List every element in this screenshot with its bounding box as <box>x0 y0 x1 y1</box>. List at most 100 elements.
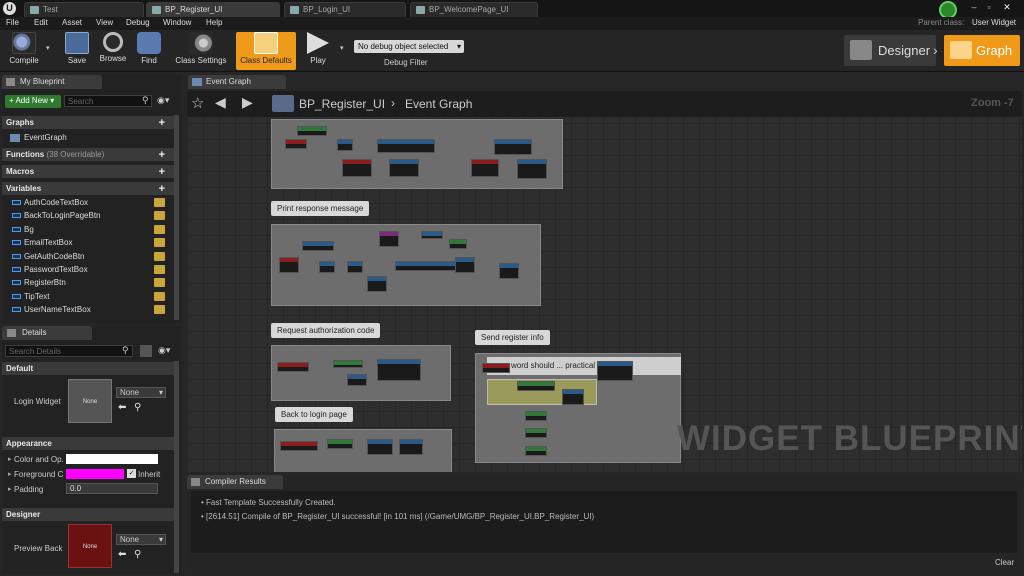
variable-item[interactable]: Bg <box>2 223 179 236</box>
variable-item[interactable]: AuthCodeTextBox <box>2 196 179 209</box>
minimize-button[interactable]: – <box>968 2 980 12</box>
browse-button[interactable]: Browse <box>96 32 130 70</box>
maximize-button[interactable]: ▫ <box>983 2 995 12</box>
breadcrumb-graph[interactable]: Event Graph <box>405 97 472 111</box>
graph-node[interactable] <box>285 139 307 149</box>
graph-node[interactable] <box>367 276 387 292</box>
preview-background-thumbnail[interactable]: None <box>68 524 112 568</box>
graph-node[interactable] <box>333 360 363 368</box>
graph-node[interactable] <box>562 389 584 405</box>
add-macro-plus-icon[interactable]: + <box>159 166 165 178</box>
graph-node[interactable] <box>279 257 299 273</box>
compile-button[interactable]: Compile <box>4 32 44 70</box>
menu-debug[interactable]: Debug <box>126 18 150 27</box>
section-functions[interactable]: Functions (38 Overridable) + <box>2 147 179 161</box>
use-selected-arrow-icon[interactable]: ⬅ <box>118 549 126 560</box>
comment-label[interactable]: Back to login page <box>275 407 353 422</box>
graph-node[interactable] <box>302 241 334 251</box>
compile-options-chevron-icon[interactable]: ▾ <box>46 44 50 52</box>
graph-node[interactable] <box>525 428 547 438</box>
graph-node[interactable] <box>471 159 499 177</box>
graph-node[interactable] <box>280 441 318 451</box>
variable-item[interactable]: RegisterBtn <box>2 276 179 289</box>
class-settings-button[interactable]: Class Settings <box>172 32 230 70</box>
tab-event-graph[interactable]: Event Graph <box>188 75 286 89</box>
inherit-checkbox[interactable]: ✓ <box>127 469 136 478</box>
graph-node[interactable] <box>342 159 372 177</box>
graph-node[interactable] <box>517 159 547 179</box>
comment-box[interactable] <box>271 345 451 401</box>
graph-node[interactable] <box>379 231 399 247</box>
graph-node[interactable] <box>377 139 435 153</box>
graph-node[interactable] <box>421 231 443 239</box>
graph-node[interactable] <box>399 439 423 455</box>
visibility-eye-icon[interactable] <box>154 305 165 315</box>
graph-node[interactable] <box>389 159 419 177</box>
tab-my-blueprint[interactable]: My Blueprint <box>2 75 102 89</box>
comment-label[interactable]: Print response message <box>271 201 370 216</box>
browse-search-icon[interactable]: ⚲ <box>134 402 141 413</box>
play-button[interactable]: Play <box>302 32 334 70</box>
add-graph-plus-icon[interactable]: + <box>159 117 165 129</box>
graph-node[interactable] <box>482 363 510 373</box>
padding-field[interactable]: 0.0 <box>66 483 158 494</box>
section-variables[interactable]: Variables + <box>2 181 179 195</box>
graph-node[interactable] <box>337 139 353 151</box>
expand-arrow-icon[interactable]: ▸ <box>8 470 12 478</box>
scrollbar[interactable] <box>174 115 179 320</box>
login-widget-select[interactable]: None ▾ <box>116 387 166 398</box>
comment-label[interactable]: word should ... practical use <box>487 357 681 375</box>
visibility-eye-icon[interactable] <box>154 238 165 248</box>
view-options-eye-icon[interactable]: ◉▾ <box>158 345 170 356</box>
tab-compiler-results[interactable]: Compiler Results <box>187 475 283 489</box>
comment-label[interactable]: Request authorization code <box>271 323 381 338</box>
blueprint-search-input[interactable]: Search <box>64 95 152 107</box>
graph-node[interactable] <box>327 439 353 449</box>
section-designer[interactable]: Designer <box>2 507 179 521</box>
graph-node[interactable] <box>297 126 327 136</box>
menu-edit[interactable]: Edit <box>34 18 48 27</box>
breadcrumb-blueprint[interactable]: BP_Register_UI <box>299 97 385 111</box>
tab-bp-welcomepage-ui[interactable]: BP_WelcomePage_UI <box>410 2 538 17</box>
tab-details[interactable]: Details <box>2 326 92 340</box>
section-appearance[interactable]: Appearance <box>2 436 179 450</box>
clear-button[interactable]: Clear <box>995 558 1014 567</box>
forward-arrow-icon[interactable]: ▶ <box>242 94 253 111</box>
class-defaults-button[interactable]: Class Defaults <box>236 32 296 70</box>
color-opacity-swatch[interactable] <box>66 454 158 464</box>
visibility-eye-icon[interactable] <box>154 211 165 221</box>
graph-node[interactable] <box>319 261 335 273</box>
menu-file[interactable]: File <box>6 18 19 27</box>
section-macros[interactable]: Macros + <box>2 164 179 178</box>
menu-help[interactable]: Help <box>206 18 222 27</box>
preview-background-select[interactable]: None ▾ <box>116 534 166 545</box>
graph-node[interactable] <box>347 261 363 273</box>
graph-node[interactable] <box>499 263 519 279</box>
graph-node[interactable] <box>347 374 367 386</box>
tab-bp-register-ui[interactable]: BP_Register_UI <box>146 2 280 17</box>
event-graph-canvas[interactable]: Print response message Request authoriza… <box>187 91 1022 472</box>
visibility-eye-icon[interactable] <box>154 264 165 274</box>
variable-item[interactable]: GetAuthCodeBtn <box>2 250 179 263</box>
variable-item[interactable]: UserNameTextBox <box>2 303 179 316</box>
add-variable-plus-icon[interactable]: + <box>159 183 165 195</box>
section-graphs[interactable]: Graphs + <box>2 115 179 129</box>
use-selected-arrow-icon[interactable]: ⬅ <box>118 402 126 413</box>
scrollbar[interactable] <box>174 361 179 573</box>
expand-arrow-icon[interactable]: ▸ <box>8 485 12 493</box>
property-matrix-icon[interactable] <box>140 345 152 357</box>
back-arrow-icon[interactable]: ◀ <box>215 94 226 111</box>
graph-node[interactable] <box>525 411 547 421</box>
favorite-star-icon[interactable]: ☆ <box>191 94 204 112</box>
find-button[interactable]: Find <box>134 32 164 70</box>
add-new-button[interactable]: + Add New ▾ <box>5 95 61 108</box>
foreground-color-swatch[interactable] <box>66 469 124 479</box>
menu-asset[interactable]: Asset <box>62 18 82 27</box>
menu-window[interactable]: Window <box>163 18 191 27</box>
section-default[interactable]: Default <box>2 361 179 375</box>
variable-item[interactable]: PasswordTextBox <box>2 263 179 276</box>
browse-search-icon[interactable]: ⚲ <box>134 549 141 560</box>
visibility-eye-icon[interactable] <box>154 291 165 301</box>
add-function-plus-icon[interactable]: + <box>159 149 165 161</box>
graph-node[interactable] <box>517 381 555 391</box>
